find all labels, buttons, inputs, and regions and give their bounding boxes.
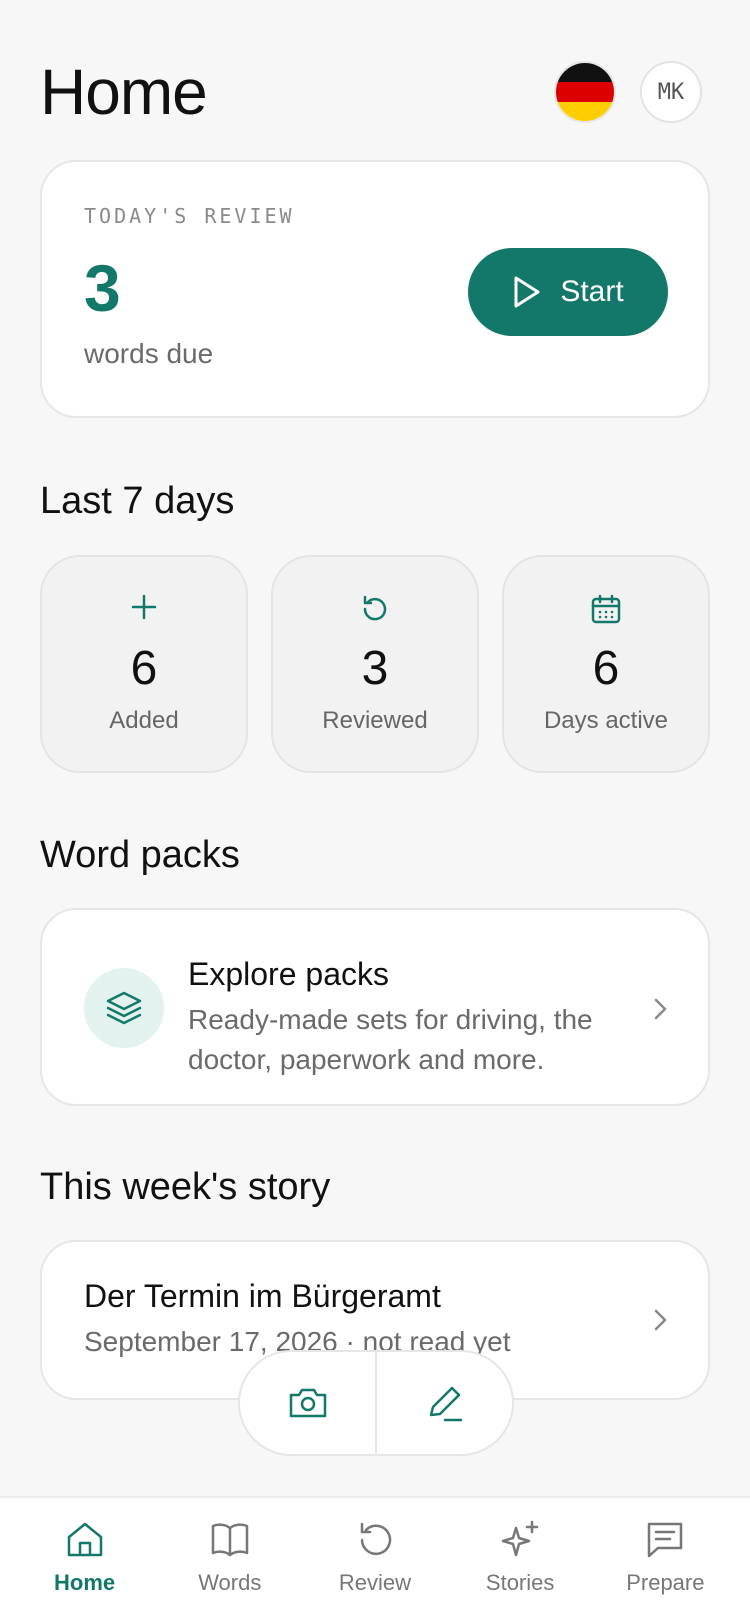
pencil-icon (429, 1386, 462, 1422)
stat-value: 6 (592, 642, 620, 695)
tab-words[interactable]: Words (165, 1498, 295, 1624)
avatar[interactable]: MK (640, 61, 702, 123)
refresh-icon (363, 595, 387, 621)
tab-label: Stories (485, 1570, 555, 1595)
words-due-count: 3 (84, 251, 121, 325)
quick-add-toolbar (238, 1350, 514, 1456)
packs-title: Explore packs (188, 956, 389, 992)
tab-label: Home (54, 1570, 116, 1595)
bottom-tab-bar: Home Words Review Stories Prepare (0, 1496, 750, 1624)
packs-section-title: Word packs (40, 834, 240, 876)
stat-reviewed: 3 Reviewed (271, 555, 479, 773)
camera-icon (289, 1388, 326, 1418)
today-review-card: TODAY'S REVIEW 3 words due Start (40, 160, 710, 418)
packs-description: Ready-made sets for driving, the doctor,… (188, 1004, 593, 1075)
refresh-icon (360, 1522, 392, 1556)
stat-added: 6 Added (40, 555, 248, 773)
explore-packs-card[interactable]: Explore packs Ready-made sets for drivin… (40, 908, 710, 1106)
chevron-right-icon (654, 1309, 667, 1331)
stat-label: Reviewed (322, 707, 428, 734)
page-title: Home (40, 56, 208, 128)
stat-label: Days active (543, 707, 669, 734)
calendar-icon (591, 594, 621, 624)
header-actions: MK (554, 61, 702, 123)
write-button[interactable] (377, 1352, 512, 1454)
start-review-button[interactable]: Start (468, 248, 668, 336)
story-title: Der Termin im Bürgeramt (84, 1278, 441, 1314)
camera-button[interactable] (240, 1352, 375, 1454)
review-eyebrow: TODAY'S REVIEW (84, 204, 295, 228)
stat-value: 3 (361, 642, 389, 695)
story-section-title: This week's story (40, 1166, 331, 1208)
plus-icon (131, 594, 157, 620)
stat-value: 6 (130, 642, 158, 695)
tab-home[interactable]: Home (20, 1498, 150, 1624)
play-icon (514, 276, 540, 308)
tab-label: Prepare (626, 1570, 705, 1595)
header: Home MK (40, 52, 702, 132)
stats-section-title: Last 7 days (40, 480, 235, 522)
sparkles-icon (501, 1520, 539, 1557)
flag-stripe-gold (556, 101, 614, 121)
home-icon (67, 1522, 102, 1557)
tab-label: Words (198, 1570, 262, 1595)
tab-label: Review (338, 1570, 412, 1595)
chevron-right-icon (654, 998, 667, 1020)
tab-review[interactable]: Review (310, 1498, 440, 1624)
language-flag-button[interactable] (554, 61, 616, 123)
stat-days-active: 6 Days active (502, 555, 710, 773)
book-icon (211, 1523, 249, 1557)
packs-icon-circle (84, 968, 164, 1048)
message-icon (648, 1522, 683, 1558)
flag-stripe-red (556, 82, 614, 102)
start-label: Start (560, 275, 624, 308)
layers-icon (106, 991, 142, 1025)
tab-prepare[interactable]: Prepare (600, 1498, 730, 1624)
stat-label: Added (109, 707, 179, 734)
tab-stories[interactable]: Stories (455, 1498, 585, 1624)
words-due-label: words due (84, 338, 214, 369)
flag-stripe-black (556, 63, 614, 83)
